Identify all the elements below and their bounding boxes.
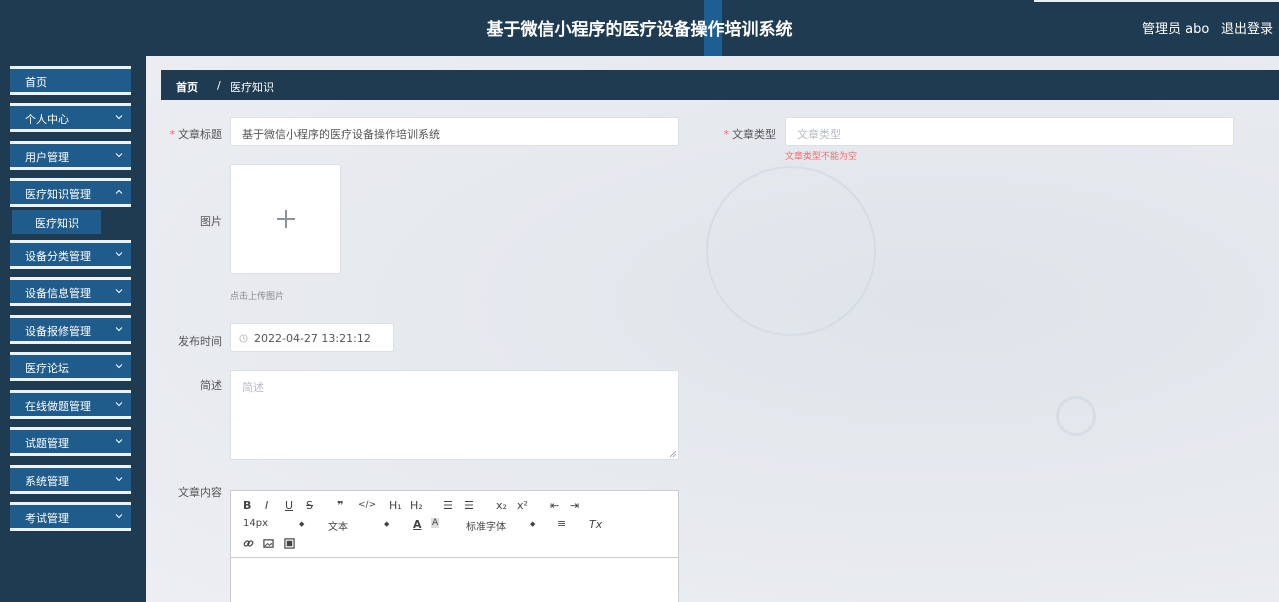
ordered-list-button[interactable]: ☰ [443, 499, 453, 512]
sidebar-item-label: 试题管理 [25, 437, 69, 450]
sidebar-item-label: 在线做题管理 [25, 400, 91, 413]
sidebar-subitem-medical-knowledge[interactable]: 医疗知识 [12, 210, 101, 234]
rich-text-editor[interactable]: B I U S ❞ </> H₁ H₂ ☰ ☰ x₂ x² ⇤ ⇥ 14px ◆ … [230, 490, 679, 602]
header-select[interactable]: 文本 ◆ [328, 518, 393, 533]
top-bar: 基于微信小程序的医疗设备操作培训系统 管理员 abo 退出登录 [0, 0, 1279, 56]
type-input-placeholder: 文章类型 [797, 128, 841, 141]
sidebar-item-label: 个人中心 [25, 113, 69, 126]
sidebar-subitem-label: 医疗知识 [35, 217, 79, 230]
sidebar-item-exam-management[interactable]: 考试管理 [10, 502, 131, 531]
sidebar-item-online-quiz-management[interactable]: 在线做题管理 [10, 390, 131, 419]
editor-toolbar: B I U S ❞ </> H₁ H₂ ☰ ☰ x₂ x² ⇤ ⇥ 14px ◆ … [231, 491, 678, 558]
summary-label: 简述 [200, 379, 222, 392]
sidebar-item-medical-knowledge-management[interactable]: 医疗知识管理 [10, 178, 131, 207]
clear-format-button[interactable]: Tx [589, 518, 602, 531]
align-button[interactable]: ≡ [557, 517, 566, 530]
breadcrumb: 首页 / 医疗知识 [161, 70, 1279, 100]
breadcrumb-home[interactable]: 首页 [176, 79, 198, 95]
font-family-select[interactable]: 标准字体 ◆ [466, 518, 541, 533]
app-title: 基于微信小程序的医疗设备操作培训系统 [486, 20, 793, 40]
resize-handle-icon[interactable] [670, 451, 676, 457]
background-decoration [706, 166, 876, 336]
plus-icon [285, 210, 287, 228]
sidebar-item-label: 用户管理 [25, 151, 69, 164]
chevron-down-icon [115, 402, 123, 407]
select-arrow-icon: ◆ [384, 520, 390, 528]
code-button[interactable]: </> [358, 500, 376, 510]
italic-button[interactable]: I [265, 499, 268, 512]
font-size-select[interactable]: 14px ◆ [243, 518, 308, 529]
breadcrumb-separator: / [217, 79, 221, 92]
clock-icon [239, 334, 248, 343]
current-user: 管理员 abo [1142, 22, 1210, 37]
sidebar-item-label: 首页 [25, 76, 47, 89]
link-icon[interactable] [243, 538, 254, 549]
heading2-button[interactable]: H₂ [410, 499, 423, 512]
sidebar-item-label: 医疗论坛 [25, 362, 69, 375]
background-color-button[interactable]: A [431, 518, 440, 528]
title-label: * 文章标题 [169, 128, 223, 141]
quote-button[interactable]: ❞ [337, 499, 343, 512]
background-decoration [1056, 396, 1096, 436]
sidebar-item-personal-center[interactable]: 个人中心 [10, 103, 131, 132]
main-content: 首页 / 医疗知识 * 文章标题 基于微信小程序的医疗设备操作培训系统 * 文章类型… [146, 56, 1279, 602]
title-input-value: 基于微信小程序的医疗设备操作培训系统 [242, 128, 440, 141]
summary-textarea[interactable]: 简述 [230, 370, 679, 460]
sidebar-item-label: 医疗知识管理 [25, 188, 91, 201]
summary-placeholder: 简述 [242, 381, 264, 394]
chevron-down-icon [115, 514, 123, 519]
chevron-down-icon [115, 477, 123, 482]
title-input[interactable]: 基于微信小程序的医疗设备操作培训系统 [230, 117, 679, 146]
sidebar: 首页 个人中心 用户管理 医疗知识管理 医疗知识 设备分类管理 设备信息管理 设… [0, 56, 146, 602]
content-label: 文章内容 [178, 486, 222, 499]
bullet-list-button[interactable]: ☰ [464, 499, 474, 512]
chevron-down-icon [115, 439, 123, 444]
sidebar-item-device-category-management[interactable]: 设备分类管理 [10, 240, 131, 269]
sidebar-item-medical-forum[interactable]: 医疗论坛 [10, 352, 131, 381]
select-arrow-icon: ◆ [299, 520, 305, 528]
font-color-button[interactable]: A [413, 518, 422, 531]
sidebar-item-label: 设备信息管理 [25, 287, 91, 300]
chevron-down-icon [115, 252, 123, 257]
type-error-message: 文章类型不能为空 [785, 152, 858, 162]
sidebar-item-label: 系统管理 [25, 475, 69, 488]
heading1-button[interactable]: H₁ [389, 499, 402, 512]
sidebar-item-user-management[interactable]: 用户管理 [10, 141, 131, 170]
chevron-down-icon [115, 364, 123, 369]
publish-time-value: 2022-04-27 13:21:12 [254, 332, 371, 345]
chevron-up-icon [115, 189, 123, 194]
outdent-button[interactable]: ⇤ [550, 499, 559, 512]
underline-button[interactable]: U [285, 499, 293, 512]
publish-time-picker[interactable]: 2022-04-27 13:21:12 [230, 323, 394, 352]
chevron-down-icon [115, 289, 123, 294]
logout-button[interactable]: 退出登录 [1221, 18, 1273, 37]
breadcrumb-current: 医疗知识 [230, 81, 274, 94]
image-icon[interactable] [263, 538, 274, 549]
type-label: * 文章类型 [723, 128, 777, 141]
image-upload-hint: 点击上传图片 [230, 292, 285, 302]
sidebar-item-home[interactable]: 首页 [10, 66, 131, 95]
type-input[interactable]: 文章类型 [785, 117, 1234, 146]
publish-time-label: 发布时间 [178, 335, 222, 348]
image-label: 图片 [200, 215, 222, 228]
select-arrow-icon: ◆ [530, 520, 536, 528]
indent-button[interactable]: ⇥ [570, 499, 579, 512]
header-top-line [1034, 0, 1279, 2]
sidebar-item-device-repair-management[interactable]: 设备报修管理 [10, 315, 131, 344]
sidebar-item-label: 设备报修管理 [25, 325, 91, 338]
chevron-down-icon [115, 115, 123, 120]
strike-button[interactable]: S [306, 499, 313, 512]
chevron-down-icon [115, 153, 123, 158]
sidebar-item-label: 考试管理 [25, 512, 69, 525]
video-icon[interactable] [284, 538, 295, 549]
sidebar-item-question-management[interactable]: 试题管理 [10, 427, 131, 456]
superscript-button[interactable]: x² [517, 499, 528, 512]
sidebar-item-system-management[interactable]: 系统管理 [10, 465, 131, 494]
subscript-button[interactable]: x₂ [496, 499, 507, 512]
chevron-down-icon [115, 327, 123, 332]
sidebar-item-device-info-management[interactable]: 设备信息管理 [10, 277, 131, 306]
image-upload[interactable] [230, 164, 341, 274]
sidebar-item-label: 设备分类管理 [25, 250, 91, 263]
bold-button[interactable]: B [243, 499, 251, 512]
